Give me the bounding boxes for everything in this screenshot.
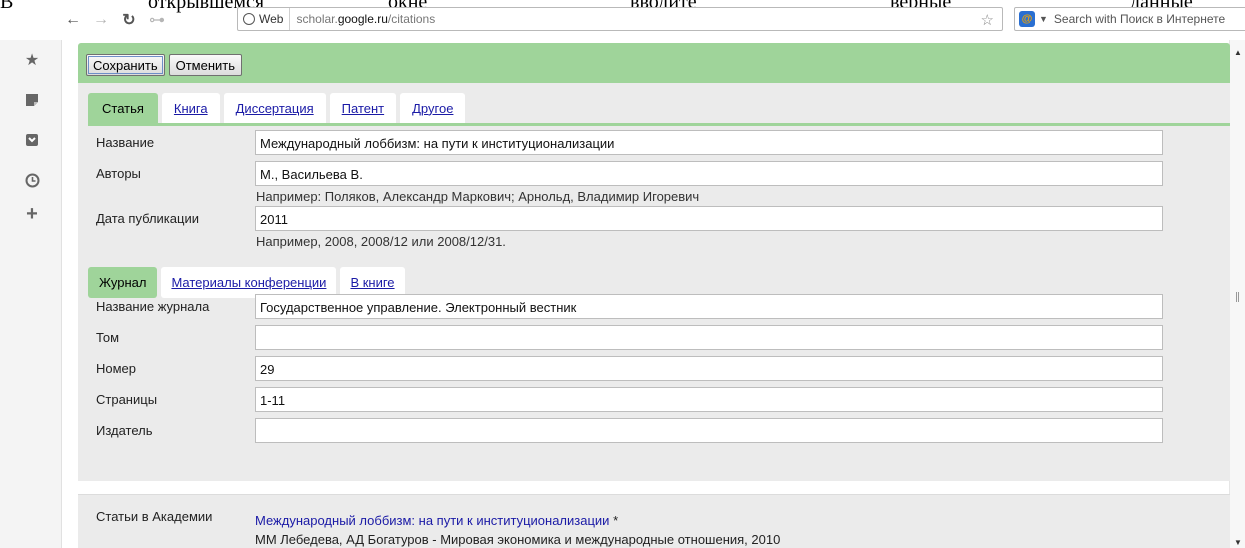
tab-book[interactable]: Книга <box>161 93 220 123</box>
pages-row: Страницы 1-11 <box>88 383 1220 414</box>
browser-toolbar: ← → ↻ ⊶ Web scholar.google.ru/citations … <box>62 6 1245 34</box>
action-bar: Сохранить Отменить <box>78 43 1230 83</box>
journal-label: Название журнала <box>96 299 210 314</box>
address-bar[interactable]: Web scholar.google.ru/citations ☆ <box>237 7 1003 31</box>
date-hint: Например, 2008, 2008/12 или 2008/12/31. <box>256 234 506 249</box>
related-article-meta: ММ Лебедева, АД Богатуров - Мировая экон… <box>255 532 781 547</box>
related-article-title[interactable]: Международный лоббизм: на пути к институ… <box>255 513 609 528</box>
scrollbar[interactable]: ▲ ▼ <box>1229 40 1245 548</box>
journal-field[interactable]: Государственное управление. Электронный … <box>255 294 1163 319</box>
volume-label: Том <box>96 330 120 345</box>
issue-field[interactable]: 29 <box>255 356 1163 381</box>
left-sidebar: ★ + <box>0 40 62 548</box>
volume-row: Том <box>88 321 1220 352</box>
reload-icon[interactable]: ↻ <box>118 9 140 31</box>
cancel-button[interactable]: Отменить <box>168 54 243 76</box>
plus-icon[interactable]: + <box>24 203 40 225</box>
issue-label: Номер <box>96 361 137 376</box>
tab-article[interactable]: Статья <box>88 93 158 123</box>
back-icon[interactable]: ← <box>62 9 84 31</box>
issue-row: Номер 29 <box>88 352 1220 383</box>
tab-patent[interactable]: Патент <box>329 93 397 123</box>
chevron-down-icon[interactable]: ▼ <box>1039 14 1048 24</box>
note-icon[interactable] <box>24 92 40 108</box>
publisher-field[interactable] <box>255 418 1163 443</box>
url-domain: google.ru <box>337 12 388 26</box>
url-path: /citations <box>387 12 436 26</box>
related-article-link[interactable]: Международный лоббизм: на пути к институ… <box>255 513 618 528</box>
tab-other[interactable]: Другое <box>400 93 466 123</box>
related-articles: Статьи в Академии Международный лоббизм:… <box>78 494 1230 548</box>
date-row: Дата публикации 2011 <box>88 202 1220 233</box>
search-box[interactable]: @ ▼ Search with Поиск в Интернете <box>1014 7 1245 31</box>
form-body: Статья Книга Диссертация Патент Другое Н… <box>78 83 1230 481</box>
volume-field[interactable] <box>255 325 1163 350</box>
date-field[interactable]: 2011 <box>255 206 1163 231</box>
star-icon[interactable]: ★ <box>24 52 40 69</box>
title-label: Название <box>96 135 155 150</box>
publisher-row: Издатель <box>88 414 1220 445</box>
related-article-star: * <box>613 513 619 528</box>
url-prefix: scholar. <box>296 12 338 26</box>
date-label: Дата публикации <box>96 211 199 226</box>
site-info-label: Web <box>259 12 284 26</box>
clock-icon[interactable] <box>24 172 40 188</box>
site-info-chip[interactable]: Web <box>238 8 291 30</box>
publisher-label: Издатель <box>96 423 153 438</box>
doc-word: В <box>0 0 14 13</box>
pages-field[interactable]: 1-11 <box>255 387 1163 412</box>
search-placeholder: Search with Поиск в Интернете <box>1053 12 1226 26</box>
journal-row: Название журнала Государственное управле… <box>88 290 1220 321</box>
pocket-icon[interactable] <box>24 132 40 148</box>
globe-icon <box>243 13 255 25</box>
authors-field[interactable]: М., Васильева В. <box>255 161 1163 186</box>
scroll-grip[interactable] <box>1236 292 1239 302</box>
title-field[interactable]: Международный лоббизм: на пути к институ… <box>255 130 1163 155</box>
tab-thesis[interactable]: Диссертация <box>223 93 326 123</box>
search-engine-icon[interactable]: @ <box>1019 11 1035 27</box>
key-icon[interactable]: ⊶ <box>146 9 168 31</box>
url-text[interactable]: scholar.google.ru/citations <box>290 12 435 26</box>
title-row: Название Международный лоббизм: на пути … <box>88 126 1220 157</box>
pages-label: Страницы <box>96 392 158 407</box>
related-label: Статьи в Академии <box>96 509 213 524</box>
citation-form: Сохранить Отменить Статья Книга Диссерта… <box>78 43 1230 548</box>
authors-row: Авторы М., Васильева В. <box>88 157 1220 188</box>
bookmark-star-icon[interactable]: ☆ <box>981 11 994 29</box>
scroll-up-icon[interactable]: ▲ <box>1234 48 1242 57</box>
forward-icon[interactable]: → <box>90 9 112 31</box>
authors-label: Авторы <box>96 166 141 181</box>
type-tabs: Статья Книга Диссертация Патент Другое <box>88 83 1220 123</box>
scroll-down-icon[interactable]: ▼ <box>1234 538 1242 547</box>
save-button[interactable]: Сохранить <box>86 54 165 76</box>
